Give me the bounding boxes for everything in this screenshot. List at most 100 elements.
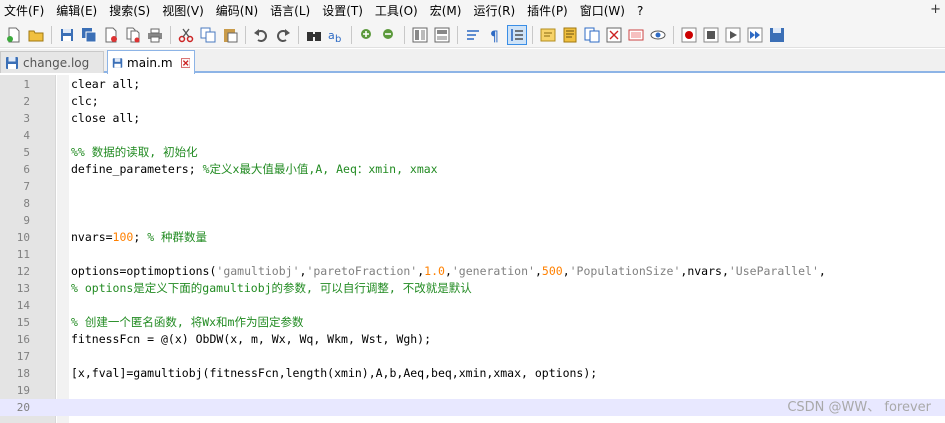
- code-line[interactable]: 11: [0, 246, 945, 263]
- menu-item[interactable]: 设置(T): [316, 0, 369, 22]
- toolbar: a b ¶: [0, 22, 945, 48]
- menu-item[interactable]: 宏(M): [424, 0, 468, 22]
- zoom-in-button[interactable]: [358, 26, 376, 44]
- code-line[interactable]: 12 options=optimoptions('gamultiobj', 'par…: [0, 263, 945, 280]
- open-file-button[interactable]: [27, 26, 45, 44]
- code-editor[interactable]: 1 clear all; 2 clc; 3 close all; 4 5 %% 数据的读取, 初…: [0, 75, 945, 423]
- tab-main-m[interactable]: main.m: [107, 50, 195, 74]
- copy-button[interactable]: [199, 26, 217, 44]
- menu-item[interactable]: 视图(V): [156, 0, 210, 22]
- run-macro-multiple-button[interactable]: [746, 26, 764, 44]
- word-wrap-button[interactable]: [464, 26, 482, 44]
- code-line[interactable]: 6 define_parameters; %定义x最大值最小值,A, Aeq：xm…: [0, 161, 945, 178]
- doc-map-button[interactable]: [561, 26, 579, 44]
- undo-button[interactable]: [252, 26, 270, 44]
- redo-button[interactable]: [274, 26, 292, 44]
- save-all-button[interactable]: [80, 26, 98, 44]
- print-button[interactable]: [146, 26, 164, 44]
- code-line[interactable]: 2 clc;: [0, 93, 945, 110]
- menu-item[interactable]: 窗口(W): [574, 0, 631, 22]
- code-line[interactable]: 10 nvars=100; % 种群数量: [0, 229, 945, 246]
- menu-item[interactable]: 语言(L): [264, 0, 316, 22]
- menu-item[interactable]: 搜索(S): [103, 0, 156, 22]
- token-plain: define_parameters;: [71, 162, 203, 176]
- code-line[interactable]: 17: [0, 348, 945, 365]
- line-number: 5: [23, 146, 30, 159]
- code-line[interactable]: 14: [0, 297, 945, 314]
- open-file-icon: [28, 30, 44, 41]
- menu-item[interactable]: 编辑(E): [50, 0, 103, 22]
- code-text: close all;: [71, 110, 140, 127]
- indent-guide-button[interactable]: [507, 24, 527, 45]
- paste-button[interactable]: [221, 26, 239, 44]
- save-macro-button[interactable]: [768, 26, 786, 44]
- code-line[interactable]: 7: [0, 178, 945, 195]
- replace-icon: ab: [328, 29, 341, 43]
- paste-icon: [224, 28, 238, 42]
- show-all-chars-icon: ¶: [490, 29, 499, 43]
- find-button[interactable]: [305, 26, 323, 44]
- redo-icon: [277, 28, 290, 42]
- copy-icon: [200, 27, 216, 42]
- token-plain: ,nvars,: [680, 264, 729, 278]
- code-line[interactable]: 15 % 创建一个匿名函数, 将Wx和m作为固定参数: [0, 314, 945, 331]
- tab-change-log[interactable]: change.log: [0, 51, 104, 73]
- line-number: 12: [16, 265, 30, 278]
- close-tab-icon[interactable]: [180, 57, 190, 69]
- line-number: 16: [16, 333, 30, 346]
- floppy-save-icon: [6, 56, 18, 69]
- token-plain: clc;: [71, 94, 99, 108]
- close-all-button[interactable]: [124, 26, 142, 44]
- folder-workspace-button[interactable]: [605, 26, 623, 44]
- record-macro-button[interactable]: [680, 26, 698, 44]
- menu-item[interactable]: 插件(P): [521, 0, 574, 22]
- save-button[interactable]: [58, 26, 76, 44]
- function-list-icon: [584, 27, 600, 42]
- line-number: 8: [23, 197, 30, 210]
- token-num: 500: [541, 264, 563, 278]
- sync-vertical-icon: [412, 27, 428, 42]
- cut-button[interactable]: [177, 26, 195, 44]
- menu-item[interactable]: 运行(R): [467, 0, 521, 22]
- svg-text:¶: ¶: [490, 29, 499, 43]
- close-button[interactable]: [102, 26, 120, 44]
- print-icon: [148, 28, 162, 42]
- doc-map-icon: [563, 27, 577, 42]
- watermark: CSDN @WW、 forever: [787, 400, 931, 415]
- code-line[interactable]: 18 [x,fval]=gamultiobj(fitnessFcn,length(…: [0, 365, 945, 382]
- menu-plus-button[interactable]: +: [930, 0, 941, 20]
- cut-icon: [178, 28, 194, 42]
- new-file-button[interactable]: [5, 26, 23, 44]
- stop-record-button[interactable]: [702, 26, 720, 44]
- code-line[interactable]: 4: [0, 127, 945, 144]
- token-com: % 创建一个匿名函数, 将Wx和m作为固定参数: [71, 315, 304, 329]
- sync-horizontal-button[interactable]: [433, 26, 451, 44]
- function-list-button[interactable]: [583, 26, 601, 44]
- user-language-button[interactable]: [539, 26, 557, 44]
- code-line[interactable]: 1 clear all;: [0, 76, 945, 93]
- sync-vertical-button[interactable]: [411, 26, 429, 44]
- token-str: 'paretoFraction': [306, 264, 418, 278]
- save-all-icon: [82, 27, 97, 42]
- code-line[interactable]: 8: [0, 195, 945, 212]
- monitor-button[interactable]: [627, 26, 645, 44]
- token-com: %% 数据的读取, 初始化: [71, 145, 198, 159]
- code-line[interactable]: 5 %% 数据的读取, 初始化: [0, 144, 945, 161]
- eye-button[interactable]: [649, 26, 667, 44]
- stop-record-icon: [703, 27, 719, 42]
- menu-item[interactable]: 编码(N): [210, 0, 264, 22]
- menu-item[interactable]: ?: [631, 0, 649, 22]
- code-line[interactable]: 9: [0, 212, 945, 229]
- token-com: % 种群数量: [147, 230, 208, 244]
- show-all-chars-button[interactable]: ¶: [486, 26, 504, 44]
- record-macro-icon: [681, 27, 697, 42]
- play-macro-button[interactable]: [724, 26, 742, 44]
- menu-item[interactable]: 工具(O): [369, 0, 424, 22]
- code-line[interactable]: 3 close all;: [0, 110, 945, 127]
- close-all-icon: [126, 27, 140, 42]
- replace-button[interactable]: ab: [327, 26, 345, 44]
- code-line[interactable]: 16 fitnessFcn = @(x) ObDW(x, m, Wx, Wq, W…: [0, 331, 945, 348]
- zoom-out-button[interactable]: [380, 26, 398, 44]
- menu-item[interactable]: 文件(F): [0, 0, 50, 22]
- code-line[interactable]: 13 % options是定义下面的gamultiobj的参数, 可以自行调整, …: [0, 280, 945, 297]
